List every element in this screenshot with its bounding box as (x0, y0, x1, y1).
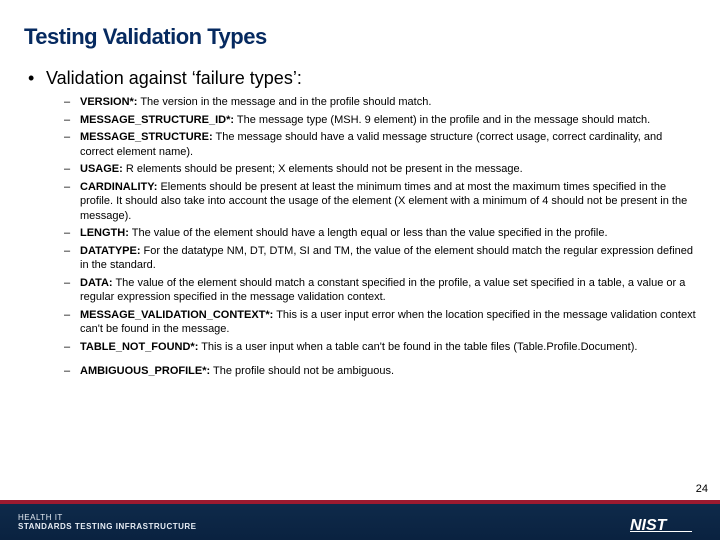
failure-type-term: LENGTH: (80, 227, 129, 239)
footer-line2: STANDARDS TESTING INFRASTRUCTURE (18, 523, 197, 532)
failure-type-desc: The profile should not be ambiguous. (210, 365, 394, 377)
failure-type-desc: This is a user input when a table can't … (198, 341, 637, 353)
failure-type-term: MESSAGE_STRUCTURE: (80, 131, 213, 143)
footer-left-text: HEALTH IT STANDARDS TESTING INFRASTRUCTU… (18, 514, 197, 532)
nist-logo-icon: NIST (630, 514, 700, 534)
failure-type-term: DATATYPE: (80, 245, 141, 257)
failure-type-term: CARDINALITY: (80, 181, 157, 193)
failure-type-item: DATA: The value of the element should ma… (46, 276, 696, 305)
failure-type-item: CARDINALITY: Elements should be present … (46, 180, 696, 224)
lead-text: Validation against ‘failure types’: (46, 68, 302, 88)
failure-type-desc: R elements should be present; X elements… (123, 163, 523, 175)
slide: Testing Validation Types Validation agai… (0, 0, 720, 540)
failure-type-desc: The version in the message and in the pr… (137, 96, 431, 108)
failure-type-item: VERSION*: The version in the message and… (46, 95, 696, 110)
failure-type-item: MESSAGE_STRUCTURE: The message should ha… (46, 130, 696, 159)
failure-type-term: MESSAGE_STRUCTURE_ID*: (80, 114, 234, 126)
slide-title: Testing Validation Types (24, 24, 267, 50)
footer-bar: HEALTH IT STANDARDS TESTING INFRASTRUCTU… (0, 504, 720, 540)
failure-type-term: USAGE: (80, 163, 123, 175)
failure-type-desc: The message type (MSH. 9 element) in the… (234, 114, 650, 126)
lead-bullet: Validation against ‘failure types’: VERS… (24, 68, 696, 379)
failure-type-term: AMBIGUOUS_PROFILE*: (80, 365, 210, 377)
failure-type-desc: For the datatype NM, DT, DTM, SI and TM,… (80, 245, 693, 272)
failure-type-desc: Elements should be present at least the … (80, 181, 687, 222)
footer: HEALTH IT STANDARDS TESTING INFRASTRUCTU… (0, 500, 720, 540)
slide-body: Validation against ‘failure types’: VERS… (24, 68, 696, 383)
failure-type-item: MESSAGE_VALIDATION_CONTEXT*: This is a u… (46, 308, 696, 337)
failure-type-item: USAGE: R elements should be present; X e… (46, 162, 696, 177)
page-number: 24 (696, 483, 708, 495)
failure-type-desc: The value of the element should have a l… (129, 227, 608, 239)
failure-type-item: MESSAGE_STRUCTURE_ID*: The message type … (46, 113, 696, 128)
failure-type-term: TABLE_NOT_FOUND*: (80, 341, 198, 353)
failure-type-term: MESSAGE_VALIDATION_CONTEXT*: (80, 309, 273, 321)
failure-type-term: VERSION*: (80, 96, 137, 108)
failure-type-item: TABLE_NOT_FOUND*: This is a user input w… (46, 340, 696, 355)
failure-type-item: AMBIGUOUS_PROFILE*: The profile should n… (46, 364, 696, 379)
failure-type-item: DATATYPE: For the datatype NM, DT, DTM, … (46, 244, 696, 273)
bullet-list-level2: VERSION*: The version in the message and… (46, 95, 696, 379)
failure-type-term: DATA: (80, 277, 113, 289)
bullet-list-level1: Validation against ‘failure types’: VERS… (24, 68, 696, 379)
failure-type-desc: The value of the element should match a … (80, 277, 685, 304)
failure-type-item: LENGTH: The value of the element should … (46, 226, 696, 241)
